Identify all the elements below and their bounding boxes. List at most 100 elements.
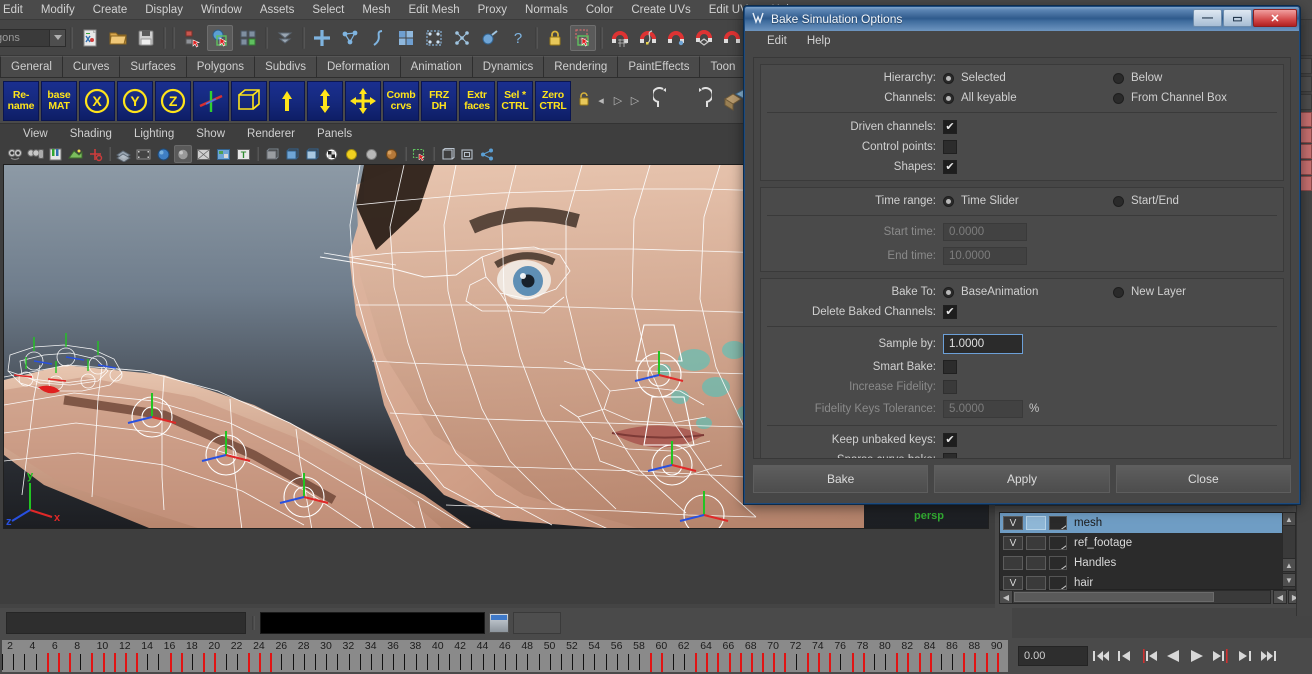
chevron-down-icon[interactable] — [49, 29, 65, 46]
shelf-button-rename[interactable]: Re-name — [3, 80, 39, 121]
snap-to-plane-magnet-icon[interactable] — [691, 25, 717, 51]
layer-row[interactable]: V mesh — [1000, 513, 1288, 533]
image-plane-icon[interactable] — [66, 145, 84, 163]
right-toolbar-swatch[interactable] — [1298, 112, 1312, 127]
hierarchy-selected-radio[interactable] — [943, 72, 954, 84]
shelf-tab-general[interactable]: General — [0, 56, 63, 77]
channels-all-keyable-option[interactable]: All keyable — [943, 92, 1113, 104]
save-scene-icon[interactable] — [133, 25, 159, 51]
texture-text-icon[interactable]: T — [234, 145, 252, 163]
layer-playback-toggle[interactable] — [1026, 576, 1046, 590]
layer-visibility-toggle[interactable]: V — [1003, 516, 1023, 530]
end-time-input[interactable]: 10.0000 — [943, 247, 1027, 265]
shelf-lock-icon[interactable] — [577, 91, 591, 110]
lock-icon[interactable] — [542, 25, 568, 51]
menu-item-proxy[interactable]: Proxy — [469, 2, 516, 18]
component-mask-icon[interactable] — [272, 25, 298, 51]
snap-to-view-magnet-icon[interactable] — [719, 25, 745, 51]
apply-button[interactable]: Apply — [934, 465, 1110, 493]
right-toolbar-swatch[interactable] — [1298, 144, 1312, 159]
layer-color-swatch[interactable] — [1049, 556, 1067, 570]
panel-menu-show[interactable]: Show — [185, 126, 236, 142]
bookmark-icon[interactable] — [46, 145, 64, 163]
make-live-icon[interactable] — [421, 25, 447, 51]
scroll-down-mid-icon[interactable]: ▲ — [1282, 558, 1296, 572]
scroll-down-icon[interactable]: ▼ — [1282, 573, 1296, 587]
layer-visibility-toggle[interactable]: V — [1003, 576, 1023, 590]
layer-visibility-toggle[interactable]: V — [1003, 536, 1023, 550]
shelf-button-arrow-updown[interactable] — [307, 80, 343, 121]
step-forward-icon[interactable] — [1234, 645, 1256, 667]
control-points-checkbox[interactable] — [943, 140, 957, 154]
shelf-button-cube-wire[interactable] — [231, 80, 267, 121]
xray-joints-toggle-icon[interactable] — [458, 145, 476, 163]
start-time-input[interactable]: 0.0000 — [943, 223, 1027, 241]
dialog-title-bar[interactable]: Bake Simulation Options — ▭ ✕ — [745, 7, 1299, 31]
tool-settings-icon[interactable] — [1298, 76, 1312, 92]
go-to-start-icon[interactable] — [1090, 645, 1112, 667]
grid-display-icon[interactable] — [114, 145, 132, 163]
shelf-button-extract-faces[interactable]: Extr faces — [459, 80, 495, 121]
construction-history-icon[interactable] — [477, 25, 503, 51]
shelf-tab-surfaces[interactable]: Surfaces — [120, 56, 187, 77]
channel-box-icon[interactable] — [1298, 94, 1312, 110]
channels-from-channel-box-option[interactable]: From Channel Box — [1113, 92, 1283, 104]
layer-row[interactable]: Handles — [1000, 553, 1288, 573]
scroll-left-arrow-icon[interactable]: ◀ — [1273, 590, 1287, 604]
snap-to-point-magnet-icon[interactable] — [663, 25, 689, 51]
shelf-button-arrow-up[interactable] — [269, 80, 305, 121]
select-by-hierarchy-icon[interactable] — [179, 25, 205, 51]
shelf-button-arrow-four[interactable] — [345, 80, 381, 121]
shelf-button-freeze-delete-history[interactable]: FRZ DH — [421, 80, 457, 121]
right-toolbar-swatch[interactable] — [1298, 128, 1312, 143]
menu-item-create-uvs[interactable]: Create UVs — [622, 2, 699, 18]
bake-to-base-animation-option[interactable]: BaseAnimation — [943, 286, 1113, 298]
use-all-lights-icon[interactable] — [362, 145, 380, 163]
time-range-start-end-radio[interactable] — [1113, 195, 1124, 207]
snap-view-plane-icon[interactable] — [393, 25, 419, 51]
undo-icon[interactable] — [651, 87, 677, 114]
shelf-tab-rendering[interactable]: Rendering — [544, 56, 619, 77]
time-range-time-slider-option[interactable]: Time Slider — [943, 195, 1113, 207]
layer-vertical-scrollbar[interactable]: ▲ ▲ ▼ — [1282, 512, 1296, 590]
checker-display-icon[interactable] — [322, 145, 340, 163]
shelf-tab-dynamics[interactable]: Dynamics — [472, 56, 545, 77]
bake-simulation-options-dialog[interactable]: Bake Simulation Options — ▭ ✕ Edit Help H… — [744, 6, 1300, 504]
new-scene-icon[interactable] — [77, 25, 103, 51]
shelf-tab-curves[interactable]: Curves — [62, 56, 121, 77]
shelf-button-axis-x[interactable]: X — [79, 80, 115, 121]
play-backwards-icon[interactable] — [1162, 645, 1184, 667]
menu-item-mesh[interactable]: Mesh — [353, 2, 399, 18]
driven-channels-checkbox[interactable] — [943, 120, 957, 134]
xray-active-components-icon[interactable] — [302, 145, 320, 163]
go-to-end-icon[interactable] — [1258, 645, 1280, 667]
panel-menu-view[interactable]: View — [12, 126, 59, 142]
shelf-tab-subdivs[interactable]: Subdivs — [255, 56, 317, 77]
shaded-sphere-icon[interactable] — [154, 145, 172, 163]
time-range-start-end-option[interactable]: Start/End — [1113, 195, 1283, 207]
select-camera-icon[interactable] — [6, 145, 24, 163]
increase-fidelity-checkbox[interactable] — [943, 380, 957, 394]
textured-icon[interactable] — [214, 145, 232, 163]
shelf-button-select-ctrl[interactable]: Sel * CTRL — [497, 80, 533, 121]
panel-menu-panels[interactable]: Panels — [306, 126, 363, 142]
layer-visibility-toggle[interactable] — [1003, 556, 1023, 570]
layer-color-swatch[interactable] — [1049, 576, 1067, 590]
bake-to-new-layer-radio[interactable] — [1113, 286, 1124, 298]
dialog-menu-edit[interactable]: Edit — [757, 33, 797, 49]
bake-to-base-animation-radio[interactable] — [943, 286, 954, 298]
time-slider-track[interactable]: 2 4 6 8 10 12 14 16 18 20 22 24 26 28 30 32 34 36 38 40 42 44… — [2, 640, 1008, 672]
shelf-button-axis-z[interactable]: Z — [155, 80, 191, 121]
channels-all-keyable-radio[interactable] — [943, 92, 954, 104]
smooth-shade-icon[interactable] — [174, 145, 192, 163]
snap-curve-icon[interactable] — [337, 25, 363, 51]
menu-set-selector[interactable]: gons — [0, 28, 66, 47]
step-back-icon[interactable] — [1114, 645, 1136, 667]
hierarchy-below-option[interactable]: Below — [1113, 72, 1283, 84]
bake-to-new-layer-option[interactable]: New Layer — [1113, 286, 1283, 298]
shelf-button-axis-cross[interactable] — [193, 80, 229, 121]
right-toolbar-swatch[interactable] — [1298, 160, 1312, 175]
script-editor-icon[interactable] — [489, 613, 509, 633]
minimize-button[interactable]: — — [1193, 9, 1222, 27]
panel-menu-shading[interactable]: Shading — [59, 126, 123, 142]
